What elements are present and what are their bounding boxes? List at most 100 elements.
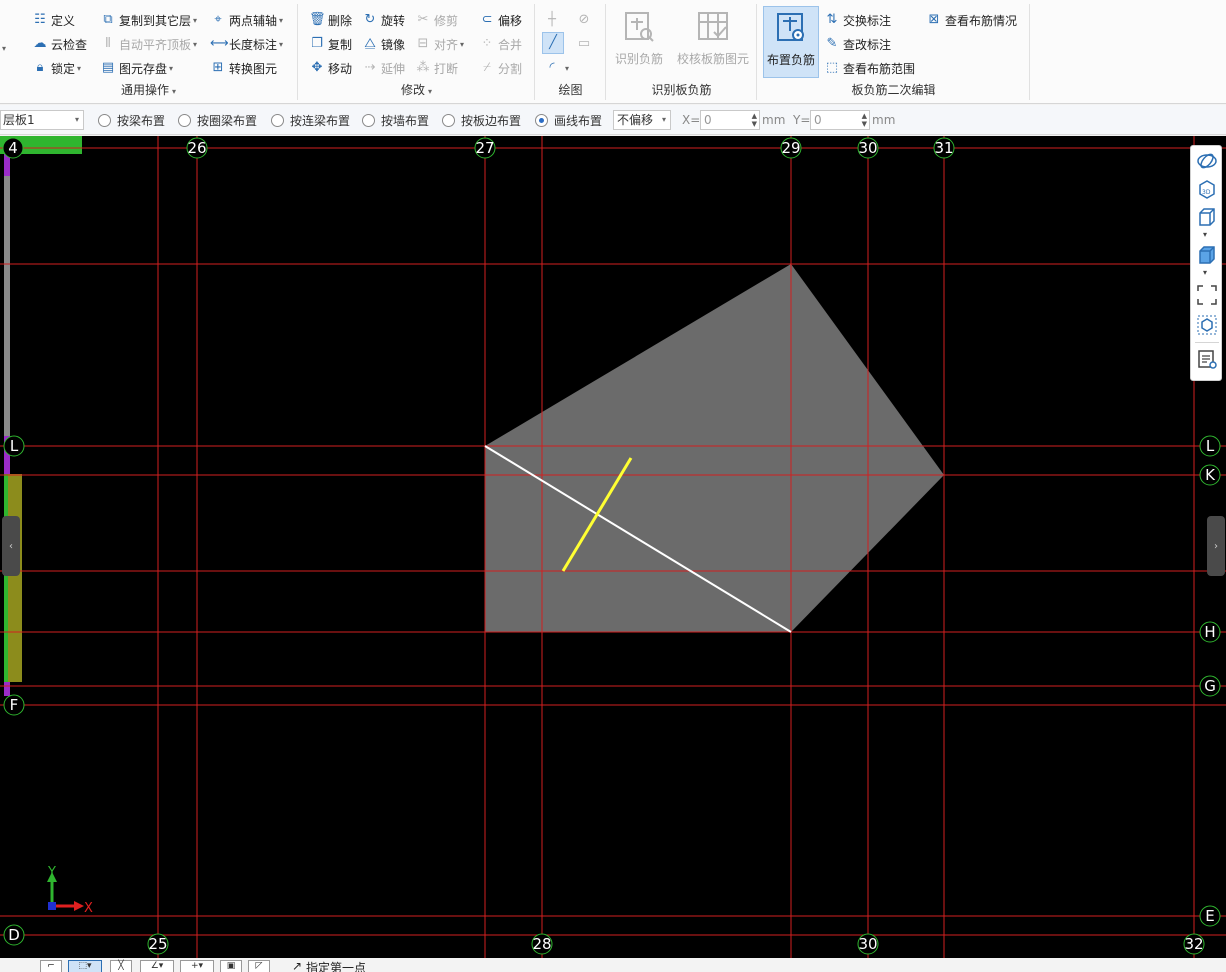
spinner-arrows-icon[interactable]: ▲ ▼ — [752, 112, 757, 128]
view-dropdown-caret[interactable]: ▾ — [1203, 230, 1207, 239]
merge-icon: ⁘ — [481, 36, 493, 51]
check-slab-button[interactable]: 校核板筋图元 — [673, 6, 753, 78]
axis-bubble: 27 — [474, 137, 496, 159]
slab-polygon[interactable] — [485, 264, 944, 632]
delete-button[interactable]: 🗑︎ 删除 — [309, 10, 352, 30]
convert-element-button[interactable]: ⊞ 转换图元 — [210, 58, 277, 78]
trim-button[interactable]: ✂ 修剪 — [415, 10, 458, 30]
define-button[interactable]: ☷ 定义 — [32, 10, 75, 30]
rotate-button[interactable]: ↻ 旋转 — [362, 10, 405, 30]
angle-icon: ∠▾ — [150, 961, 164, 971]
angle-draw-button[interactable]: ⊘ — [576, 10, 595, 30]
drawing-canvas[interactable]: 4 26 27 29 30 31 25 28 30 32 L F D L K H… — [0, 136, 1226, 958]
placement-radio-2[interactable]: 按圈梁布置 — [178, 112, 257, 129]
axis-label: 32 — [1184, 935, 1203, 953]
snap-endpoint-button[interactable]: ⌐ — [40, 960, 62, 972]
check-slab-icon — [698, 12, 728, 40]
move-button[interactable]: ✥ 移动 — [309, 58, 352, 78]
swap-label-button[interactable]: ⇅ 交换标注 — [824, 10, 891, 30]
zoom-element-icon[interactable] — [1196, 314, 1218, 336]
split-button[interactable]: ⌿ 分割 — [479, 58, 522, 78]
group-draw: ┼ ⊘ ╱ ▭ ◜ ▾ 绘图 — [536, 4, 606, 100]
snap-corner-button[interactable]: ◸ — [248, 960, 270, 972]
axis-bubble: 4 — [2, 137, 24, 159]
axis-bubble: 31 — [933, 137, 955, 159]
length-dim-button[interactable]: ⟷ 长度标注 ▾ — [210, 34, 283, 54]
display-dropdown-caret[interactable]: ▾ — [1203, 268, 1207, 277]
auto-align-top-button[interactable]: ⫴ 自动平齐顶板 ▾ — [100, 34, 197, 54]
fit-view-icon[interactable] — [1196, 284, 1218, 306]
placement-radio-5[interactable]: 按板边布置 — [442, 112, 521, 129]
chevron-down-icon: ▾ — [661, 115, 666, 124]
axis-bubble: 25 — [147, 933, 169, 955]
snap-angle-button[interactable]: ∠▾ — [140, 960, 174, 972]
snap-point-button[interactable]: +▾ — [180, 960, 214, 972]
group-modify-title[interactable]: 修改 ▾ — [299, 81, 534, 98]
left-panel-toggle[interactable]: ‹ — [2, 516, 20, 576]
copy-to-floor-button[interactable]: ⧉ 复制到其它层 ▾ — [100, 10, 197, 30]
two-point-axis-button[interactable]: ⌖ 两点辅轴 ▾ — [210, 10, 283, 30]
identify-neg-button[interactable]: 识别负筋 — [611, 6, 667, 78]
radio-label: 按墙布置 — [381, 114, 430, 128]
placement-radio-4[interactable]: 按墙布置 — [362, 112, 429, 129]
trash-icon: 🗑︎ — [309, 12, 326, 27]
axis-bubble: E — [1199, 905, 1221, 927]
arc-draw-button[interactable]: ◜ ▾ — [544, 58, 569, 78]
y-coord-input[interactable]: 0 ▲ ▼ — [810, 110, 870, 130]
line-draw-button[interactable]: ╱ — [542, 32, 564, 54]
element-storage-button[interactable]: ▤ 图元存盘 ▾ — [100, 58, 173, 78]
snap-cross-button[interactable]: ╳ — [110, 960, 132, 972]
offset-mode-select[interactable]: 不偏移 ▾ — [613, 110, 671, 130]
view-range-button[interactable]: ⬚ 查看布筋范围 — [824, 58, 915, 78]
extend-button[interactable]: ⇢ 延伸 — [362, 58, 405, 78]
beam-edge — [4, 474, 8, 682]
x-coord-input[interactable]: 0 ▲ ▼ — [700, 110, 760, 130]
collapsed-menu-caret[interactable]: ▾ — [0, 38, 6, 58]
point-draw-button[interactable]: ┼ — [544, 10, 563, 30]
layer-select[interactable]: 层板1 ▾ — [0, 110, 84, 130]
radio-circle[interactable] — [178, 114, 191, 127]
view-toolbar: 3D ▾ ▾ — [1190, 145, 1222, 381]
cube-view-icon[interactable] — [1196, 206, 1218, 228]
view-layout-button[interactable]: ⊠ 查看布筋情况 — [926, 10, 1017, 30]
3d-view-icon[interactable]: 3D — [1196, 178, 1218, 200]
right-panel-toggle[interactable]: › — [1207, 516, 1225, 576]
break-button[interactable]: ⁂ 打断 — [415, 58, 459, 78]
lock-button[interactable]: 🔒︎ 锁定 ▾ — [32, 58, 82, 78]
radio-circle[interactable] — [442, 114, 455, 127]
define-icon: ☷ — [34, 12, 46, 27]
copy-button[interactable]: ❐ 复制 — [309, 34, 352, 54]
spinner-arrows-icon[interactable]: ▲ ▼ — [862, 112, 867, 128]
radio-circle[interactable] — [362, 114, 375, 127]
orbit-view-icon[interactable] — [1196, 150, 1218, 172]
radio-circle[interactable] — [98, 114, 111, 127]
solid-cube-icon[interactable] — [1196, 244, 1218, 266]
mirror-button[interactable]: ⧋ 镜像 — [362, 34, 405, 54]
drawing-svg[interactable]: 4 26 27 29 30 31 25 28 30 32 L F D L K H… — [0, 136, 1226, 958]
merge-button[interactable]: ⁘ 合并 — [479, 34, 522, 54]
placement-radio-1[interactable]: 按梁布置 — [98, 112, 165, 129]
edit-label-button[interactable]: ✎ 查改标注 — [824, 34, 891, 54]
y-axis-label: Y — [47, 865, 56, 880]
place-neg-button[interactable]: 布置负筋 — [763, 6, 819, 78]
origin-marker — [48, 902, 56, 910]
viewbar-separator — [1195, 342, 1219, 343]
offset-button[interactable]: ⊂ 偏移 — [479, 10, 522, 30]
align-button[interactable]: ⊟ 对齐 ▾ — [415, 34, 464, 54]
snap-select-button[interactable]: ⬚▾ — [68, 960, 102, 972]
snap-box-button[interactable]: ▣ — [220, 960, 242, 972]
arc-icon: ◜ — [549, 60, 555, 75]
group-general-title[interactable]: 通用操作 ▾ — [0, 81, 297, 98]
radio-circle[interactable] — [535, 114, 548, 127]
axis-label: 27 — [475, 139, 494, 157]
axis-bubble: 26 — [186, 137, 208, 159]
range-icon: ⬚ — [825, 60, 839, 75]
placement-radio-6[interactable]: 画线布置 — [535, 112, 602, 129]
cloud-check-button[interactable]: ☁ 云检查 — [32, 34, 88, 54]
placement-radio-3[interactable]: 按连梁布置 — [271, 112, 350, 129]
properties-view-icon[interactable] — [1196, 348, 1218, 370]
rect-draw-button[interactable]: ▭ — [576, 34, 595, 54]
radio-circle[interactable] — [271, 114, 284, 127]
group-identify-title: 识别板负筋 — [651, 83, 712, 97]
axis-label: L — [10, 437, 19, 455]
